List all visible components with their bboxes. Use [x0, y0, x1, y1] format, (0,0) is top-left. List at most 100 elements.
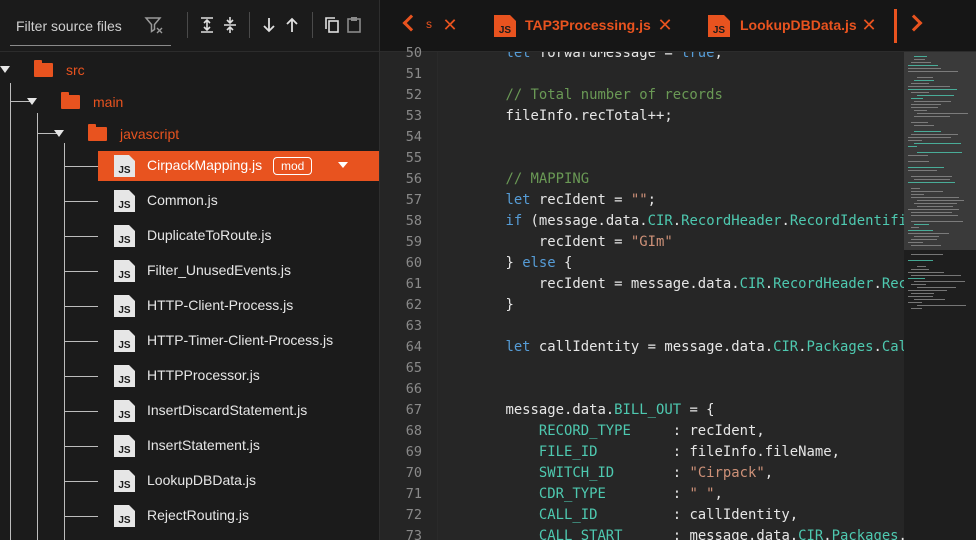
- tab-label: TAP3Processing.js: [525, 17, 651, 33]
- minimap-line: [914, 179, 950, 180]
- tree-file-item[interactable]: JS InsertDiscardStatement.js: [98, 396, 379, 426]
- collapse-all-icon[interactable]: [219, 14, 241, 36]
- tree-guide-line: [64, 376, 98, 377]
- line-number: 54: [405, 129, 422, 145]
- code-line: let forwardMessage = true;: [472, 52, 722, 61]
- code-line: // Total number of records: [472, 87, 723, 103]
- file-name: RejectRouting.js: [147, 507, 249, 523]
- line-number: 55: [405, 150, 422, 166]
- file-name: Common.js: [147, 192, 218, 208]
- code-token: " ": [689, 486, 715, 502]
- line-number: 57: [405, 192, 422, 208]
- code-token: message.data.: [472, 402, 615, 418]
- js-file-icon: JS: [114, 190, 135, 212]
- tree-guide-line: [64, 201, 98, 202]
- tree-file-item[interactable]: JS Common.js: [98, 186, 379, 216]
- chevron-down-icon[interactable]: [27, 98, 37, 105]
- code-token: : fileInfo.fileName,: [597, 444, 840, 460]
- minimap-line: [908, 170, 937, 171]
- arrow-down-icon[interactable]: [258, 14, 280, 36]
- code-token: CIR: [739, 276, 765, 292]
- tree-file-item[interactable]: JS CirpackMapping.js mod: [98, 151, 379, 181]
- tree-file-item[interactable]: JS DuplicateToRoute.js: [98, 221, 379, 251]
- code-area[interactable]: let forwardMessage = true; // Total numb…: [438, 52, 904, 540]
- file-name: InsertStatement.js: [147, 437, 260, 453]
- minimap-line: [911, 92, 929, 93]
- tree-file-item[interactable]: JS Filter_UnusedEvents.js: [98, 256, 379, 286]
- code-token: let: [472, 339, 539, 355]
- code-token: // Total number of records: [472, 87, 723, 103]
- tree-file-item[interactable]: JS HTTP-Timer-Client-Process.js: [98, 326, 379, 356]
- line-number: 50: [405, 45, 422, 61]
- tree-file-item[interactable]: JS HTTPProcessor.js: [98, 361, 379, 391]
- tab-partial-label[interactable]: s: [426, 17, 432, 31]
- tree-guide-line: [37, 113, 38, 540]
- expand-all-icon[interactable]: [196, 14, 218, 36]
- code-token: RecordIdentifie: [881, 276, 904, 292]
- tree-guide-line: [64, 236, 98, 237]
- minimap-line: [911, 62, 931, 63]
- tree-guide-line: [64, 341, 98, 342]
- copy-icon[interactable]: [321, 14, 343, 36]
- minimap-line: [914, 80, 934, 81]
- close-icon[interactable]: ✕: [442, 16, 458, 34]
- minimap-line: [908, 71, 958, 72]
- toolbar-divider: [187, 12, 188, 38]
- minimap-line: [911, 308, 922, 309]
- code-token: RecordIdentifier: [789, 213, 904, 229]
- minimap-line: [908, 260, 933, 261]
- close-icon[interactable]: ✕: [861, 16, 877, 34]
- minimap-line: [908, 155, 928, 156]
- line-number-gutter: 50 51 52 53 54 55 56 57 58 59 60 61 62 63 64 65 66 67 68 69…: [380, 45, 438, 540]
- tree-folder-main[interactable]: main: [93, 94, 123, 110]
- folder-icon: [34, 60, 53, 77]
- code-line: recIdent = message.data.CIR.RecordHeader…: [472, 276, 904, 292]
- code-token: CDR_TYPE: [472, 486, 606, 502]
- minimap-line: [911, 197, 959, 198]
- js-file-icon: JS: [494, 15, 516, 37]
- minimap-line: [917, 287, 956, 288]
- tree-guide-line: [64, 166, 98, 167]
- line-number: 71: [405, 486, 422, 502]
- code-token: .: [873, 339, 882, 355]
- chevron-right-icon[interactable]: [905, 14, 923, 32]
- js-file-icon: JS: [114, 435, 135, 457]
- chevron-down-icon[interactable]: [0, 66, 10, 73]
- tree-file-item[interactable]: JS HTTP-Client-Process.js: [98, 291, 379, 321]
- filter-icon[interactable]: [143, 14, 165, 36]
- js-file-icon: JS: [114, 260, 135, 282]
- code-token: ,: [764, 465, 774, 481]
- line-number: 60: [405, 255, 422, 271]
- code-token: : callIdentity,: [597, 507, 799, 523]
- tree-file-item[interactable]: JS LookupDBData.js: [98, 466, 379, 496]
- js-file-icon: JS: [114, 505, 135, 527]
- line-number: 53: [405, 108, 422, 124]
- code-token: .: [823, 528, 832, 540]
- minimap[interactable]: [904, 52, 976, 540]
- chevron-down-icon[interactable]: [338, 162, 348, 168]
- chevron-left-icon[interactable]: [402, 14, 420, 32]
- minimap-line: [908, 278, 925, 279]
- code-line: } else {: [472, 255, 572, 271]
- code-token: :: [614, 465, 690, 481]
- minimap-line: [917, 305, 966, 306]
- line-number: 63: [405, 318, 422, 334]
- minimap-line: [908, 161, 929, 162]
- tree-file-item[interactable]: JS RejectRouting.js: [98, 501, 379, 531]
- minimap-line: [911, 104, 941, 105]
- filter-input[interactable]: [16, 18, 141, 34]
- paste-icon[interactable]: [343, 14, 365, 36]
- chevron-down-icon[interactable]: [54, 130, 64, 137]
- file-name: DuplicateToRoute.js: [147, 227, 272, 243]
- line-number: 51: [405, 66, 422, 82]
- minimap-line: [908, 65, 938, 66]
- tree-folder-src[interactable]: src: [66, 62, 85, 78]
- close-icon[interactable]: ✕: [657, 16, 673, 34]
- line-number: 67: [405, 402, 422, 418]
- tree-folder-javascript[interactable]: javascript: [120, 126, 179, 142]
- minimap-line: [911, 293, 934, 294]
- minimap-line: [911, 188, 920, 189]
- code-line: RECORD_TYPE : recIdent,: [472, 423, 765, 439]
- tree-file-item[interactable]: JS InsertStatement.js: [98, 431, 379, 461]
- arrow-up-icon[interactable]: [281, 14, 303, 36]
